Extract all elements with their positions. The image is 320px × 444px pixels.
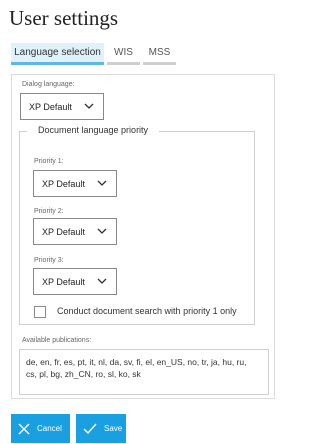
publications-list: de, en, fr, es, pt, it, nl, da, sv, fi, … xyxy=(19,349,269,395)
priority-1-only-label: Conduct document search with priority 1 … xyxy=(57,306,237,316)
tab-mss[interactable]: MSS xyxy=(143,43,176,65)
dialog-language-label: Dialog language: xyxy=(22,81,75,88)
chevron-down-icon xyxy=(84,103,94,109)
priority-2-label: Priority 2: xyxy=(34,208,64,215)
save-button[interactable]: Save xyxy=(76,414,126,443)
publications-line-1: de, en, fr, es, pt, it, nl, da, sv, fi, … xyxy=(26,357,247,367)
priority-1-only-checkbox[interactable] xyxy=(34,306,46,318)
chevron-down-icon xyxy=(97,180,107,186)
priority-1-select[interactable]: XP Default xyxy=(33,170,117,197)
cancel-button-label: Cancel xyxy=(37,424,62,433)
priority-1-label: Priority 1: xyxy=(34,158,64,165)
document-language-legend: Document language priority xyxy=(27,125,160,135)
priority-3-select[interactable]: XP Default xyxy=(33,268,117,295)
tab-bar: Language selection WIS MSS xyxy=(11,43,176,65)
dialog-language-select[interactable]: XP Default xyxy=(20,93,104,120)
chevron-down-icon xyxy=(97,228,107,234)
dialog-language-value: XP Default xyxy=(29,101,72,112)
priority-3-value: XP Default xyxy=(42,276,85,287)
publications-label: Available publications: xyxy=(22,337,92,344)
cancel-button[interactable]: Cancel xyxy=(11,414,70,443)
close-icon xyxy=(18,423,30,434)
checkmark-icon xyxy=(83,423,97,434)
publications-line-2: cs, pl, bg, zh_CN, ro, sl, ko, sk xyxy=(26,369,141,379)
priority-3-label: Priority 3: xyxy=(34,257,64,264)
save-button-label: Save xyxy=(104,424,123,433)
tab-language-selection[interactable]: Language selection xyxy=(11,43,104,65)
chevron-down-icon xyxy=(97,278,107,284)
footer-bar: Cancel Save xyxy=(0,399,282,444)
priority-2-select[interactable]: XP Default xyxy=(33,218,117,245)
tab-wis[interactable]: WIS xyxy=(107,43,140,65)
priority-2-value: XP Default xyxy=(42,226,85,237)
priority-1-value: XP Default xyxy=(42,178,85,189)
page-title: User settings xyxy=(9,6,119,30)
